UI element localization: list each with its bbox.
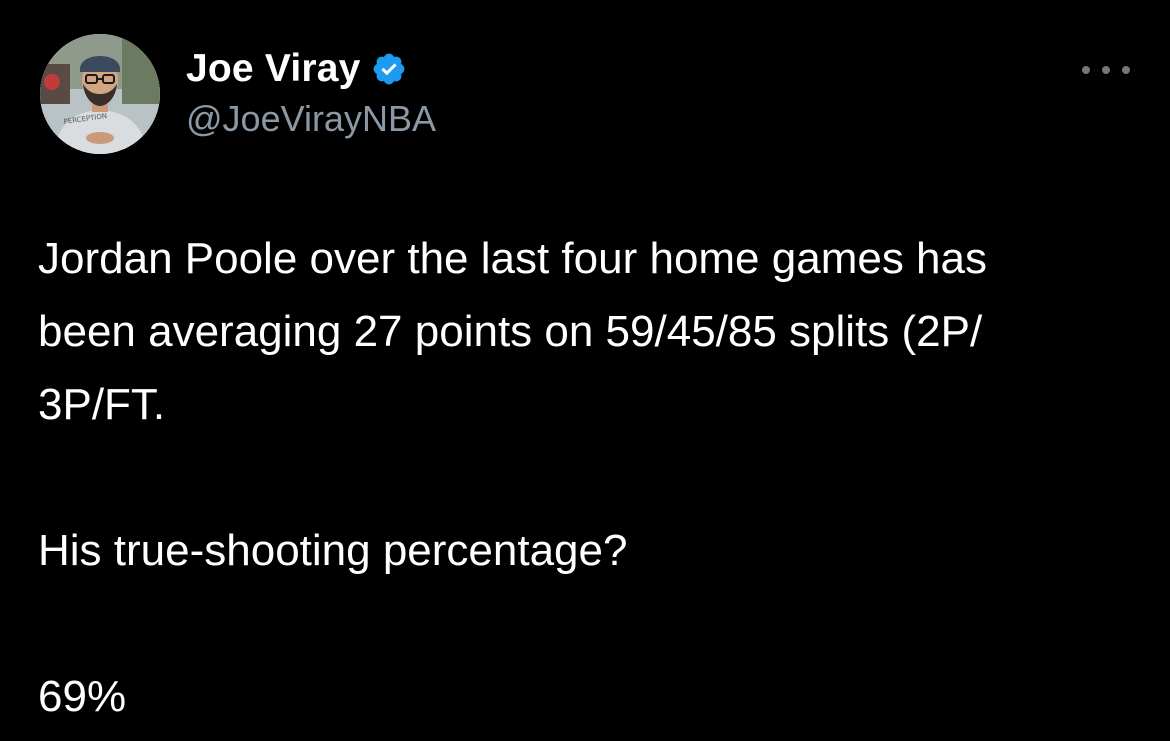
tweet-card: PERCEPTION Joe Viray @JoeVirayNBA Jordan… [0,0,1170,741]
tweet-header: PERCEPTION Joe Viray @JoeVirayNBA [40,32,436,156]
author-name-row: Joe Viray [186,44,436,94]
tweet-line: 3P/FT. [38,380,166,429]
tweet-line: His true-shooting percentage? [38,526,628,575]
more-options-icon[interactable] [1082,58,1130,82]
avatar-photo-icon: PERCEPTION [40,34,160,154]
verified-badge-icon [373,53,404,85]
more-dot [1082,66,1090,74]
author-info: Joe Viray @JoeVirayNBA [186,44,436,140]
author-handle[interactable]: @JoeVirayNBA [186,98,436,140]
more-dot [1102,66,1110,74]
author-display-name[interactable]: Joe Viray [186,47,361,91]
tweet-text: Jordan Poole over the last four home gam… [38,222,1138,733]
tweet-line: been averaging 27 points on 59/45/85 spl… [38,307,983,356]
more-dot [1122,66,1130,74]
author-avatar[interactable]: PERCEPTION [40,34,160,154]
tweet-line: Jordan Poole over the last four home gam… [38,234,987,283]
tweet-line: 69% [38,672,127,721]
